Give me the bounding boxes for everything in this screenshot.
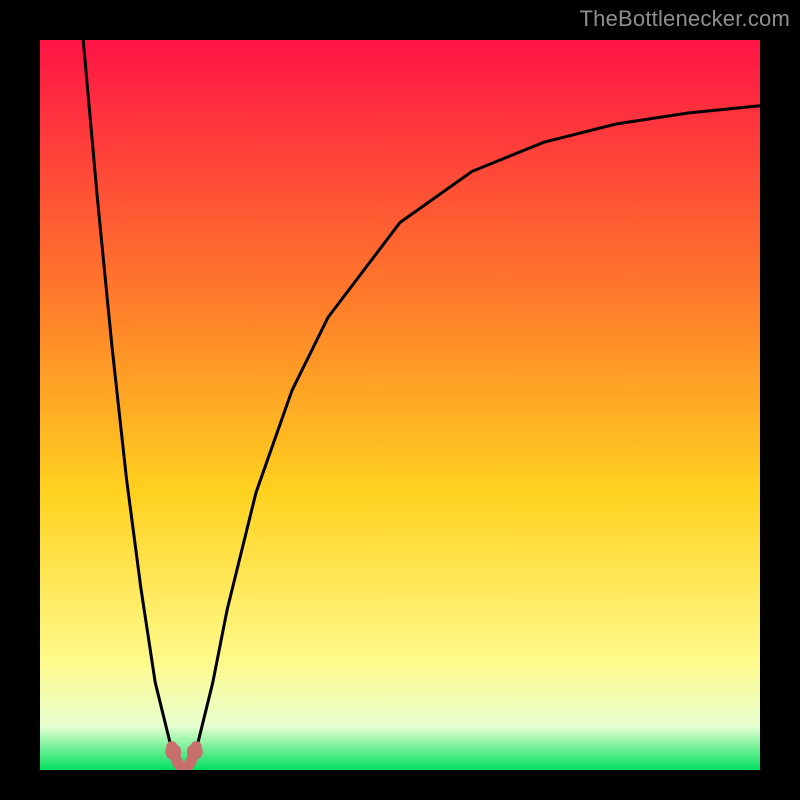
attribution-text: TheBottlenecker.com [580,6,790,32]
marker-left-foot [165,744,181,760]
bottleneck-plot [40,40,760,770]
marker-right-foot [187,744,203,760]
chart-frame: TheBottlenecker.com [0,0,800,800]
gradient-bg [40,40,760,770]
